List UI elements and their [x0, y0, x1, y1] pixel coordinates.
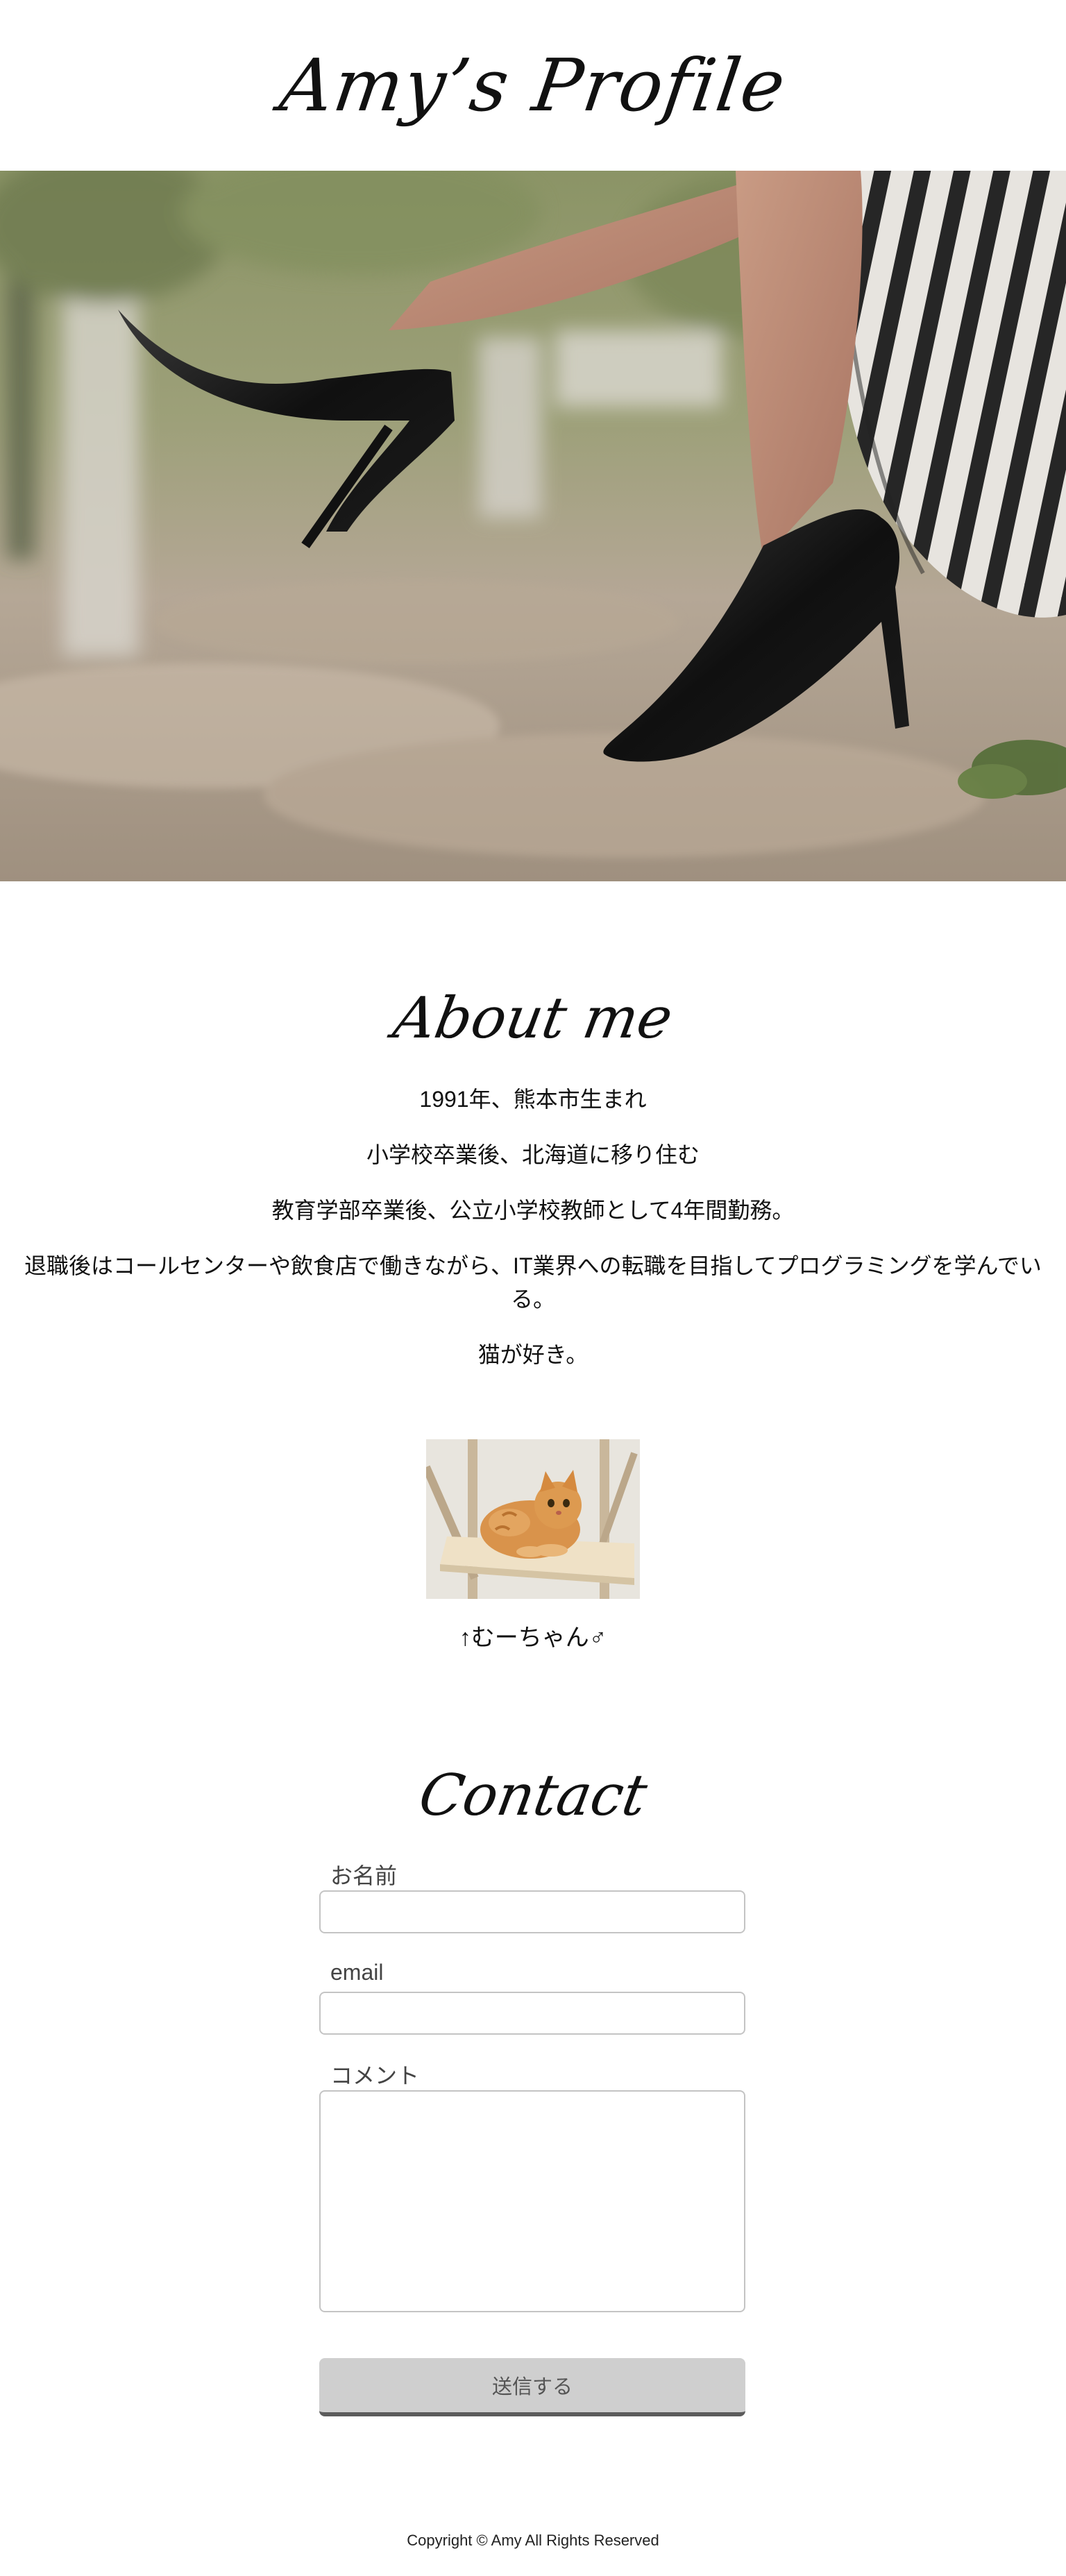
comment-textarea[interactable]: [319, 2090, 745, 2312]
name-label: お名前: [330, 1863, 398, 1888]
about-line-birth: 1991年、熊本市生まれ: [419, 1087, 647, 1112]
site-header: Amy’s Profile: [0, 0, 1066, 171]
about-line-hokkaido: 小学校卒業後、北海道に移り住む: [366, 1142, 700, 1167]
site-footer: Copyright © Amy All Rights Reserved: [0, 2532, 1066, 2550]
hero-image-high-heels: [0, 171, 1066, 881]
about-line-teacher: 教育学部卒業後、公立小学校教師として4年間勤務。: [271, 1198, 795, 1223]
about-line-career: 退職後はコールセンターや飲食店で働きながら、IT業界への転職を目指してプログラミ…: [24, 1253, 1042, 1312]
copyright-text: Copyright © Amy All Rights Reserved: [407, 2532, 659, 2549]
cat-photo: [426, 1439, 640, 1599]
site-title: Amy’s Profile: [275, 43, 791, 128]
about-line-cat: 猫が好き。: [477, 1342, 589, 1367]
cat-caption: ↑むーちゃん♂: [459, 1625, 607, 1651]
comment-label: コメント: [330, 2063, 420, 2088]
email-label: email: [330, 1960, 384, 1985]
name-input[interactable]: [319, 1890, 745, 1933]
submit-button[interactable]: 送信する: [319, 2358, 745, 2416]
about-heading: About me: [389, 985, 677, 1051]
contact-heading: Contact: [414, 1763, 652, 1829]
about-text: 1991年、熊本市生まれ 小学校卒業後、北海道に移り住む 教育学部卒業後、公立小…: [21, 1083, 1045, 1393]
email-input[interactable]: [319, 1992, 745, 2035]
